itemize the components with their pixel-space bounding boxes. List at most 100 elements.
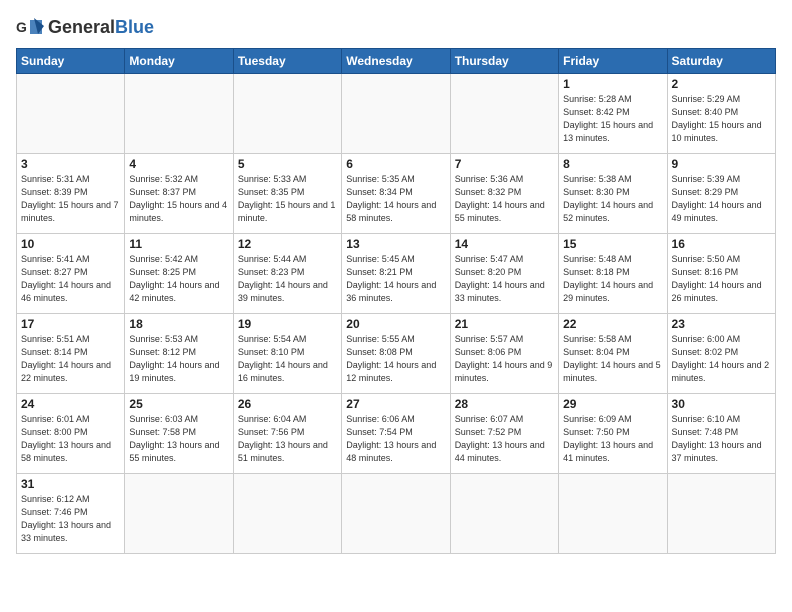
day-info: Sunrise: 5:53 AM Sunset: 8:12 PM Dayligh…	[129, 333, 228, 385]
calendar-cell: 9 Sunrise: 5:39 AM Sunset: 8:29 PM Daylig…	[667, 154, 775, 234]
day-info: Sunrise: 5:36 AM Sunset: 8:32 PM Dayligh…	[455, 173, 554, 225]
day-number: 8	[563, 157, 662, 171]
day-number: 17	[21, 317, 120, 331]
day-info: Sunrise: 5:45 AM Sunset: 8:21 PM Dayligh…	[346, 253, 445, 305]
weekday-header-cell: Tuesday	[233, 49, 341, 74]
day-info: Sunrise: 6:03 AM Sunset: 7:58 PM Dayligh…	[129, 413, 228, 465]
day-info: Sunrise: 6:07 AM Sunset: 7:52 PM Dayligh…	[455, 413, 554, 465]
day-number: 11	[129, 237, 228, 251]
calendar-cell: 30Sunrise: 6:10 AM Sunset: 7:48 PM Dayli…	[667, 394, 775, 474]
day-number: 28	[455, 397, 554, 411]
day-info: Sunrise: 5:57 AM Sunset: 8:06 PM Dayligh…	[455, 333, 554, 385]
day-info: Sunrise: 5:32 AM Sunset: 8:37 PM Dayligh…	[129, 173, 228, 225]
day-number: 27	[346, 397, 445, 411]
calendar-cell	[342, 74, 450, 154]
calendar-cell: 27Sunrise: 6:06 AM Sunset: 7:54 PM Dayli…	[342, 394, 450, 474]
day-info: Sunrise: 5:47 AM Sunset: 8:20 PM Dayligh…	[455, 253, 554, 305]
day-info: Sunrise: 5:31 AM Sunset: 8:39 PM Dayligh…	[21, 173, 120, 225]
day-info: Sunrise: 5:51 AM Sunset: 8:14 PM Dayligh…	[21, 333, 120, 385]
day-info: Sunrise: 6:10 AM Sunset: 7:48 PM Dayligh…	[672, 413, 771, 465]
day-number: 21	[455, 317, 554, 331]
day-info: Sunrise: 5:55 AM Sunset: 8:08 PM Dayligh…	[346, 333, 445, 385]
day-info: Sunrise: 5:48 AM Sunset: 8:18 PM Dayligh…	[563, 253, 662, 305]
day-number: 2	[672, 77, 771, 91]
calendar-cell: 31 Sunrise: 6:12 AM Sunset: 7:46 PM Dayli…	[17, 474, 125, 554]
weekday-header-cell: Sunday	[17, 49, 125, 74]
weekday-header-cell: Wednesday	[342, 49, 450, 74]
day-info: Sunrise: 6:09 AM Sunset: 7:50 PM Dayligh…	[563, 413, 662, 465]
day-info: Sunrise: 5:35 AM Sunset: 8:34 PM Dayligh…	[346, 173, 445, 225]
day-number: 3	[21, 157, 120, 171]
calendar-cell: 7 Sunrise: 5:36 AM Sunset: 8:32 PM Daylig…	[450, 154, 558, 234]
logo: G GeneralBlue	[16, 16, 154, 38]
day-number: 15	[563, 237, 662, 251]
calendar-cell: 12Sunrise: 5:44 AM Sunset: 8:23 PM Dayli…	[233, 234, 341, 314]
calendar-cell	[559, 474, 667, 554]
calendar-cell: 17 Sunrise: 5:51 AM Sunset: 8:14 PM Dayli…	[17, 314, 125, 394]
calendar-cell: 22 Sunrise: 5:58 AM Sunset: 8:04 PM Dayli…	[559, 314, 667, 394]
day-number: 9	[672, 157, 771, 171]
calendar-cell: 2Sunrise: 5:29 AM Sunset: 8:40 PM Daylig…	[667, 74, 775, 154]
day-number: 7	[455, 157, 554, 171]
calendar-cell: 26 Sunrise: 6:04 AM Sunset: 7:56 PM Dayli…	[233, 394, 341, 474]
calendar-cell: 18Sunrise: 5:53 AM Sunset: 8:12 PM Dayli…	[125, 314, 233, 394]
calendar-cell: 8Sunrise: 5:38 AM Sunset: 8:30 PM Daylig…	[559, 154, 667, 234]
day-info: Sunrise: 5:58 AM Sunset: 8:04 PM Dayligh…	[563, 333, 662, 385]
calendar-cell	[233, 74, 341, 154]
calendar-cell: 5 Sunrise: 5:33 AM Sunset: 8:35 PM Daylig…	[233, 154, 341, 234]
day-number: 12	[238, 237, 337, 251]
calendar-cell: 23Sunrise: 6:00 AM Sunset: 8:02 PM Dayli…	[667, 314, 775, 394]
calendar-cell: 4 Sunrise: 5:32 AM Sunset: 8:37 PM Daylig…	[125, 154, 233, 234]
weekday-header-cell: Thursday	[450, 49, 558, 74]
day-info: Sunrise: 6:04 AM Sunset: 7:56 PM Dayligh…	[238, 413, 337, 465]
page-header: G GeneralBlue	[16, 16, 776, 38]
day-number: 1	[563, 77, 662, 91]
day-number: 26	[238, 397, 337, 411]
day-info: Sunrise: 5:41 AM Sunset: 8:27 PM Dayligh…	[21, 253, 120, 305]
calendar-cell	[667, 474, 775, 554]
calendar-cell	[17, 74, 125, 154]
calendar-cell: 14 Sunrise: 5:47 AM Sunset: 8:20 PM Dayli…	[450, 234, 558, 314]
calendar-cell: 6Sunrise: 5:35 AM Sunset: 8:34 PM Daylig…	[342, 154, 450, 234]
day-number: 29	[563, 397, 662, 411]
calendar-cell	[125, 474, 233, 554]
day-info: Sunrise: 5:33 AM Sunset: 8:35 PM Dayligh…	[238, 173, 337, 225]
day-number: 20	[346, 317, 445, 331]
day-info: Sunrise: 5:50 AM Sunset: 8:16 PM Dayligh…	[672, 253, 771, 305]
day-info: Sunrise: 6:01 AM Sunset: 8:00 PM Dayligh…	[21, 413, 120, 465]
weekday-header-cell: Friday	[559, 49, 667, 74]
day-number: 31	[21, 477, 120, 491]
calendar-cell: 11 Sunrise: 5:42 AM Sunset: 8:25 PM Dayli…	[125, 234, 233, 314]
day-info: Sunrise: 6:12 AM Sunset: 7:46 PM Dayligh…	[21, 493, 120, 545]
day-number: 24	[21, 397, 120, 411]
weekday-header-cell: Saturday	[667, 49, 775, 74]
day-number: 22	[563, 317, 662, 331]
day-number: 5	[238, 157, 337, 171]
day-info: Sunrise: 5:28 AM Sunset: 8:42 PM Dayligh…	[563, 93, 662, 145]
day-info: Sunrise: 5:42 AM Sunset: 8:25 PM Dayligh…	[129, 253, 228, 305]
day-number: 13	[346, 237, 445, 251]
calendar-cell	[233, 474, 341, 554]
calendar-cell: 3 Sunrise: 5:31 AM Sunset: 8:39 PM Daylig…	[17, 154, 125, 234]
calendar-cell: 28 Sunrise: 6:07 AM Sunset: 7:52 PM Dayli…	[450, 394, 558, 474]
calendar-week-row: 1 Sunrise: 5:28 AM Sunset: 8:42 PM Daylig…	[17, 74, 776, 154]
calendar-cell: 13 Sunrise: 5:45 AM Sunset: 8:21 PM Dayli…	[342, 234, 450, 314]
day-number: 25	[129, 397, 228, 411]
calendar-cell: 15 Sunrise: 5:48 AM Sunset: 8:18 PM Dayli…	[559, 234, 667, 314]
day-number: 23	[672, 317, 771, 331]
day-number: 10	[21, 237, 120, 251]
calendar-cell: 10 Sunrise: 5:41 AM Sunset: 8:27 PM Dayli…	[17, 234, 125, 314]
logo-text: GeneralBlue	[48, 18, 154, 36]
day-number: 4	[129, 157, 228, 171]
calendar-cell	[342, 474, 450, 554]
calendar-cell	[450, 74, 558, 154]
calendar-cell: 19Sunrise: 5:54 AM Sunset: 8:10 PM Dayli…	[233, 314, 341, 394]
calendar-cell: 1 Sunrise: 5:28 AM Sunset: 8:42 PM Daylig…	[559, 74, 667, 154]
day-number: 19	[238, 317, 337, 331]
calendar-week-row: 24 Sunrise: 6:01 AM Sunset: 8:00 PM Dayli…	[17, 394, 776, 474]
calendar-cell: 29 Sunrise: 6:09 AM Sunset: 7:50 PM Dayli…	[559, 394, 667, 474]
day-number: 16	[672, 237, 771, 251]
day-number: 14	[455, 237, 554, 251]
day-info: Sunrise: 5:39 AM Sunset: 8:29 PM Dayligh…	[672, 173, 771, 225]
svg-text:G: G	[16, 19, 27, 35]
